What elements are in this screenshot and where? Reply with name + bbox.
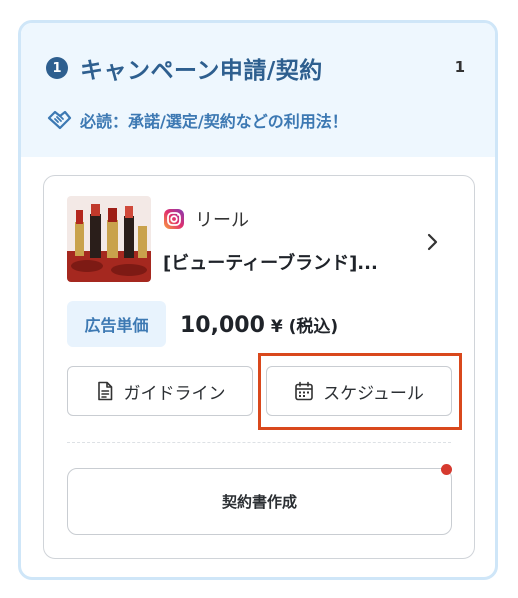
campaign-name: [ビューティーブランド]... [163,253,378,274]
ad-price-value: 10,000 ¥ (税込) [180,312,338,338]
campaign-panel: 1 キャンペーン申請/契約 1 必読：承諾/選定/契約などの利用法！ リール [… [18,20,498,580]
usage-guide-link[interactable]: 必読：承諾/選定/契約などの利用法！ [46,107,348,133]
usage-guide-label: 必読：承諾/選定/契約などの利用法！ [80,112,348,131]
media-type-label: リール [195,210,249,231]
ad-price-badge: 広告単価 [67,301,166,347]
calendar-icon [294,381,314,401]
create-contract-button[interactable]: 契約書作成 [67,468,452,535]
step-number-badge: 1 [46,57,68,79]
schedule-button[interactable]: スケジュール [266,366,452,416]
chevron-right-icon[interactable] [422,232,442,252]
create-contract-label: 契約書作成 [221,493,297,511]
campaign-thumbnail [67,196,151,282]
guideline-button[interactable]: ガイドライン [67,366,253,416]
media-type: リール [163,206,249,232]
schedule-button-label: スケジュール [323,383,424,404]
notification-dot [441,464,452,475]
handshake-icon [46,107,72,133]
card-divider [67,442,451,443]
guideline-button-label: ガイドライン [123,383,226,404]
campaign-card[interactable]: リール [ビューティーブランド]... 広告単価 10,000 ¥ (税込) ガ… [43,175,475,559]
instagram-icon [163,208,185,230]
panel-header: 1 キャンペーン申請/契約 1 必読：承諾/選定/契約などの利用法！ [21,23,495,157]
panel-title: キャンペーン申請/契約 [80,58,323,84]
ad-price-suffix: ¥ (税込) [264,317,339,337]
ad-price-amount: 10,000 [180,313,265,338]
document-icon [95,381,115,401]
campaign-count: 1 [454,58,465,76]
